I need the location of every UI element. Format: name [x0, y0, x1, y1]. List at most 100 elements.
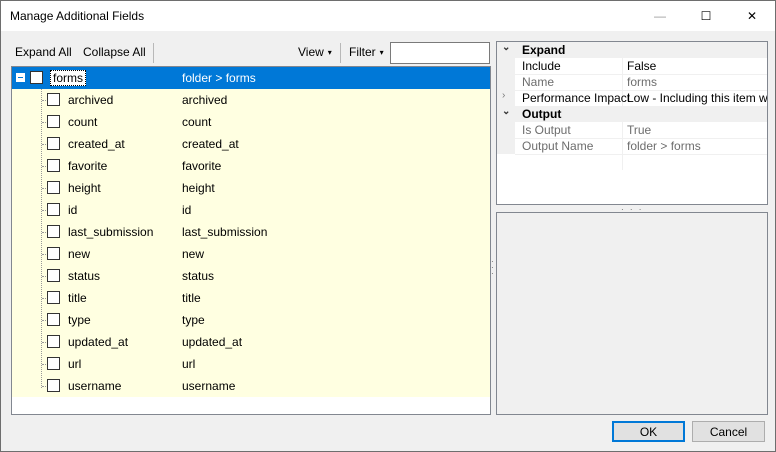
minimize-icon[interactable]: — [637, 1, 683, 31]
tree-item-name: height [68, 181, 101, 195]
tree-row[interactable]: archived archived [12, 89, 490, 111]
tree-item-name: last_submission [68, 225, 154, 239]
ok-button[interactable]: OK [612, 421, 685, 442]
field-checkbox[interactable] [47, 181, 60, 194]
property-key: Name [522, 75, 555, 89]
toolbar-separator [153, 43, 154, 63]
tree-item-name: created_at [68, 137, 125, 151]
chevron-down-icon: ▾ [327, 48, 332, 57]
field-checkbox[interactable] [47, 335, 60, 348]
tree-item-value: id [182, 203, 192, 217]
tree-item-name: username [68, 379, 122, 393]
vertical-splitter-grip[interactable]: · · · [491, 258, 495, 278]
tree-toolbar: Expand All Collapse All View ▾ Filter ▾ [11, 41, 491, 65]
manage-additional-fields-dialog: Manage Additional Fields — ☐ ✕ Expand Al… [0, 0, 776, 452]
tree-row[interactable]: updated_at updated_at [12, 331, 490, 353]
tree-row[interactable]: status status [12, 265, 490, 287]
property-value[interactable]: folder > forms [627, 139, 701, 153]
field-checkbox[interactable] [47, 357, 60, 370]
field-checkbox[interactable] [47, 291, 60, 304]
filter-input[interactable] [390, 42, 490, 64]
tree-row[interactable]: last_submission last_submission [12, 221, 490, 243]
tree-row[interactable]: username username [12, 375, 490, 397]
tree-item-name: forms [50, 70, 86, 86]
tree-row[interactable]: type type [12, 309, 490, 331]
property-grid-line [515, 154, 767, 155]
tree-item-name: url [68, 357, 82, 371]
field-checkbox[interactable] [47, 203, 60, 216]
tree-item-name: updated_at [68, 335, 129, 349]
tree-item-value: height [182, 181, 215, 195]
root-checkbox[interactable] [30, 71, 43, 84]
view-dropdown-button[interactable]: View ▾ [298, 45, 332, 59]
field-checkbox[interactable] [47, 93, 60, 106]
property-value[interactable]: Low - Including this item will h [627, 91, 767, 105]
field-checkbox[interactable] [47, 137, 60, 150]
chevron-down-icon: ▾ [379, 48, 384, 57]
field-checkbox[interactable] [47, 115, 60, 128]
tree-row[interactable]: favorite favorite [12, 155, 490, 177]
tree-row[interactable]: title title [12, 287, 490, 309]
tree-row[interactable]: height height [12, 177, 490, 199]
tree-item-name: status [68, 269, 101, 283]
property-key: Include [522, 59, 561, 73]
property-category[interactable]: ⌄ Expand [497, 42, 767, 58]
property-row[interactable]: Is Output True [497, 122, 767, 138]
property-row[interactable]: Include False [497, 58, 767, 74]
tree-item-value: archived [182, 93, 228, 107]
property-row[interactable]: › Performance Impact Low - Including this … [497, 90, 767, 106]
view-label: View [298, 45, 324, 59]
tree-row[interactable]: created_at created_at [12, 133, 490, 155]
property-value[interactable]: False [627, 59, 656, 73]
tree-item-value: type [182, 313, 205, 327]
tree-item-name: count [68, 115, 98, 129]
collapse-all-button[interactable]: Collapse All [83, 45, 146, 59]
filter-dropdown-button[interactable]: Filter ▾ [349, 45, 384, 59]
chevron-down-icon[interactable]: ⌄ [502, 106, 510, 117]
toolbar-separator [340, 43, 341, 63]
tree-row[interactable]: count count [12, 111, 490, 133]
property-key: Output Name [522, 139, 594, 153]
close-icon[interactable]: ✕ [729, 1, 775, 31]
field-checkbox[interactable] [47, 269, 60, 282]
cancel-button[interactable]: Cancel [692, 421, 765, 442]
property-key: Is Output [522, 123, 571, 137]
tree-item-value: url [182, 357, 196, 371]
property-value[interactable]: forms [627, 75, 657, 89]
property-value[interactable]: True [627, 123, 651, 137]
tree-item-value: username [182, 379, 236, 393]
chevron-right-icon[interactable]: › [502, 90, 505, 101]
filter-label: Filter [349, 45, 376, 59]
property-key: Output [522, 107, 562, 121]
tree-row-root[interactable]: forms folder > forms [12, 67, 490, 89]
tree-row[interactable]: new new [12, 243, 490, 265]
property-category[interactable]: ⌄ Output [497, 106, 767, 122]
maximize-icon[interactable]: ☐ [683, 1, 729, 31]
tree-item-value: folder > forms [182, 71, 256, 85]
tree-row[interactable]: url url [12, 353, 490, 375]
tree-item-value: created_at [182, 137, 239, 151]
tree-item-value: last_submission [182, 225, 268, 239]
property-grid[interactable]: ⌄ Expand Include False Name forms › Performance… [496, 41, 768, 205]
property-row[interactable]: Name forms [497, 74, 767, 90]
tree-item-name: type [68, 313, 91, 327]
field-checkbox[interactable] [47, 159, 60, 172]
expand-all-button[interactable]: Expand All [15, 45, 72, 59]
field-checkbox[interactable] [47, 247, 60, 260]
property-key: Performance Impact [522, 91, 631, 105]
description-panel [496, 212, 768, 415]
fields-tree[interactable]: forms folder > forms archived archived cou… [11, 66, 491, 415]
collapse-minus-icon[interactable] [16, 73, 25, 82]
tree-row[interactable]: id id [12, 199, 490, 221]
tree-item-name: title [68, 291, 87, 305]
tree-item-name: new [68, 247, 91, 261]
chevron-down-icon[interactable]: ⌄ [502, 42, 510, 53]
field-checkbox[interactable] [47, 225, 60, 238]
property-row[interactable]: Output Name folder > forms [497, 138, 767, 154]
window-title: Manage Additional Fields [10, 9, 145, 23]
title-bar[interactable]: Manage Additional Fields — ☐ ✕ [1, 1, 775, 31]
field-checkbox[interactable] [47, 379, 60, 392]
tree-item-value: count [182, 115, 212, 129]
field-checkbox[interactable] [47, 313, 60, 326]
tree-item-name: id [68, 203, 78, 217]
